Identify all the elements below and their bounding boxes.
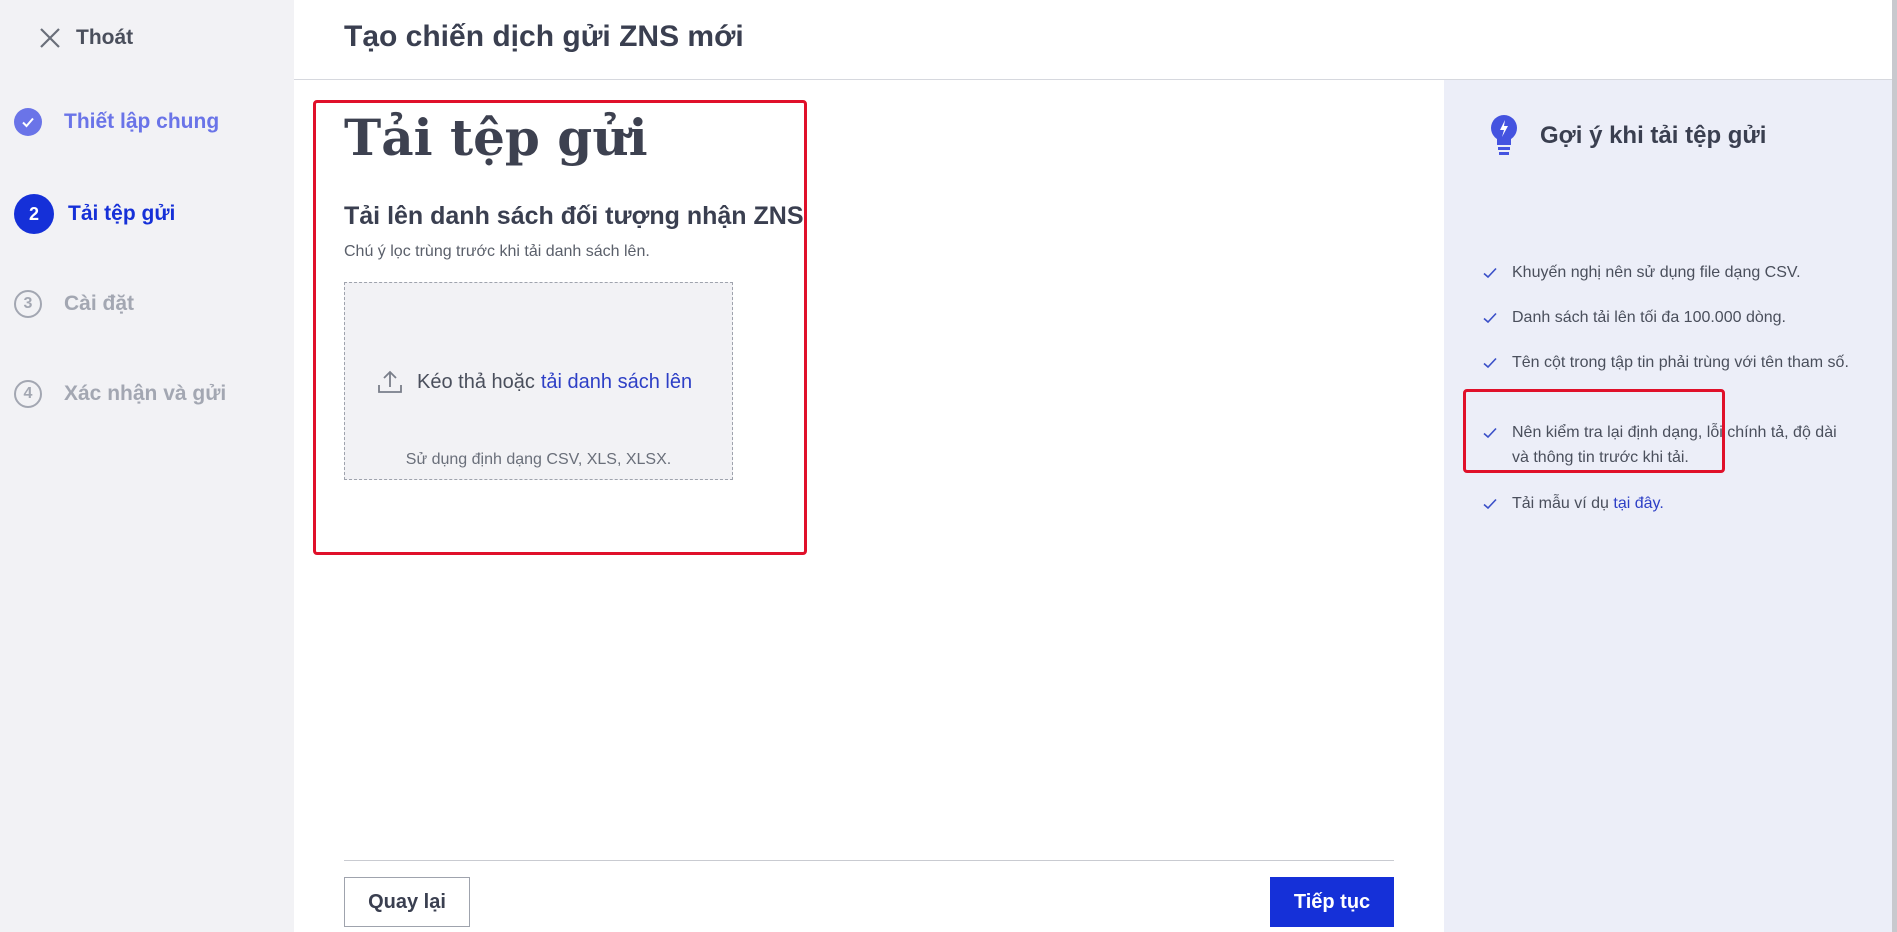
tip-item: Danh sách tải lên tối đa 100.000 dòng. (1482, 305, 1852, 330)
tip-item: Tên cột trong tập tin phải trùng với tên… (1482, 350, 1852, 375)
step-label: Xác nhận và gửi (64, 382, 227, 405)
step-general-settings[interactable]: Thiết lập chung (14, 108, 219, 136)
step-label: Thiết lập chung (64, 110, 220, 133)
exit-label: Thoát (76, 26, 134, 49)
check-icon (1483, 267, 1497, 279)
step-confirm-send[interactable]: 4 Xác nhận và gửi (14, 380, 226, 408)
tip-item-sample: Tải mẫu ví dụ tại đây. (1482, 491, 1852, 516)
tips-header: Gợi ý khi tải tệp gửi (1486, 112, 1766, 160)
highlight-box-sample (1463, 389, 1725, 473)
sample-download-link[interactable]: tại đây. (1613, 495, 1663, 512)
check-icon (1483, 312, 1497, 324)
scrollbar[interactable] (1892, 0, 1897, 932)
close-icon (40, 28, 60, 48)
checkmark-icon (22, 117, 34, 128)
next-button[interactable]: Tiếp tục (1270, 877, 1394, 927)
step-number: 2 (14, 194, 54, 234)
step-upload-file[interactable]: 2 Tải tệp gửi (14, 194, 175, 234)
check-icon (1483, 498, 1497, 510)
highlight-box-upload (313, 100, 807, 555)
lightbulb-icon (1491, 115, 1517, 155)
back-button[interactable]: Quay lại (344, 877, 470, 927)
tip-sample-text: Tải mẫu ví dụ tại đây. (1512, 491, 1664, 516)
tip-text: Tên cột trong tập tin phải trùng với tên… (1512, 354, 1849, 371)
tip-item: Khuyến nghị nên sử dụng file dạng CSV. (1482, 260, 1852, 285)
step-label: Tải tệp gửi (68, 202, 176, 225)
tips-title: Gợi ý khi tải tệp gửi (1540, 122, 1767, 149)
step-done-indicator (14, 108, 42, 136)
page-title: Tạo chiến dịch gửi ZNS mới (344, 20, 744, 53)
check-icon (1483, 357, 1497, 369)
stepper-sidebar: Thoát Thiết lập chung 2 Tải tệp gửi 3 Cà… (0, 0, 294, 932)
tip-text: Khuyến nghị nên sử dụng file dạng CSV. (1512, 264, 1801, 281)
step-settings[interactable]: 3 Cài đặt (14, 290, 134, 318)
tip-text: Danh sách tải lên tối đa 100.000 dòng. (1512, 309, 1786, 326)
footer-divider (344, 860, 1394, 861)
tips-panel: Gợi ý khi tải tệp gửi Khuyến nghị nên sử… (1444, 80, 1892, 932)
step-number: 3 (14, 290, 42, 318)
step-label: Cài đặt (64, 292, 135, 315)
sample-prefix: Tải mẫu ví dụ (1512, 495, 1609, 512)
page-header: Tạo chiến dịch gửi ZNS mới (294, 0, 1897, 80)
step-number: 4 (14, 380, 42, 408)
exit-button[interactable]: Thoát (36, 24, 133, 52)
